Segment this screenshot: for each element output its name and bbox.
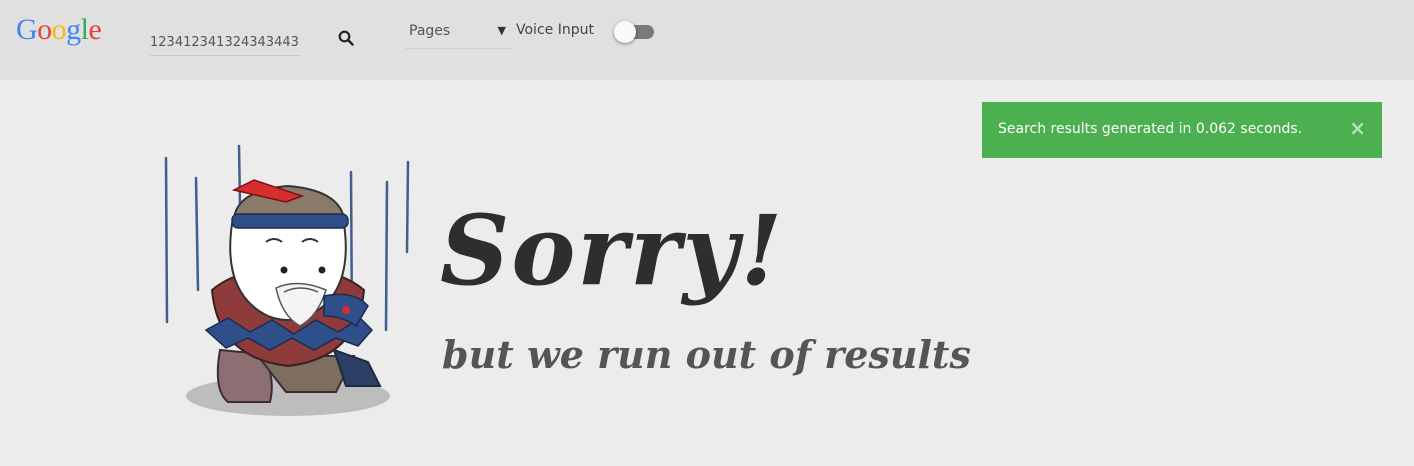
empty-state-subtitle: but we run out of results [442, 332, 971, 377]
search-time-notification: Search results generated in 0.062 second… [982, 102, 1382, 158]
empty-state-title: Sorry! [440, 194, 785, 307]
toggle-knob [614, 21, 636, 43]
search-type-selected: Pages [409, 23, 451, 39]
voice-input-toggle[interactable] [614, 21, 655, 43]
voice-input-label: Voice Input [516, 22, 594, 38]
search-button[interactable] [334, 26, 358, 50]
search-icon [338, 30, 354, 46]
search-type-select[interactable]: Pages ▼ [405, 18, 512, 49]
notification-message: Search results generated in 0.062 second… [998, 121, 1303, 137]
top-bar: Google Pages ▼ Voice Input [0, 0, 1414, 80]
close-icon[interactable]: × [1349, 118, 1366, 138]
sad-character-svg [164, 144, 410, 416]
search-input[interactable] [150, 26, 300, 56]
chevron-down-icon: ▼ [497, 24, 506, 37]
sad-character-illustration [158, 140, 418, 425]
google-logo[interactable]: Google [16, 12, 102, 48]
